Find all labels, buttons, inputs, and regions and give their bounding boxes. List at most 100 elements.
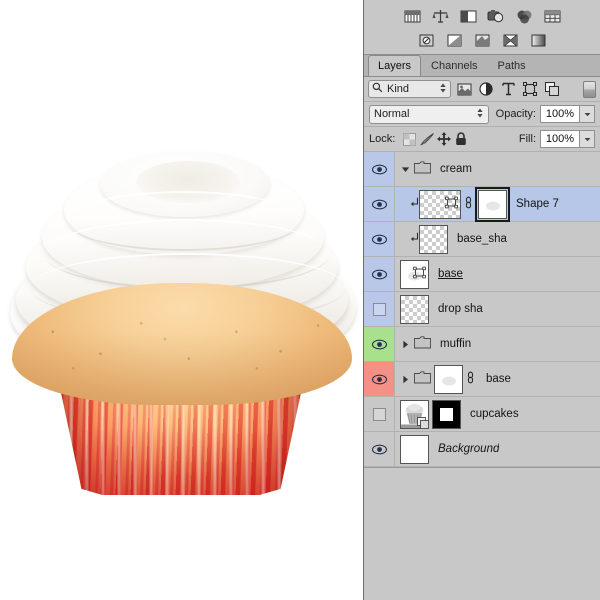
opacity-dropdown-button[interactable] xyxy=(580,105,595,123)
layer-thumbnail[interactable] xyxy=(434,364,463,394)
lock-position-icon[interactable] xyxy=(435,131,452,148)
layer-visibility-toggle[interactable] xyxy=(364,152,395,186)
layer-thumbnail[interactable] xyxy=(419,224,448,254)
folder-icon xyxy=(414,371,431,387)
chevron-right-icon[interactable] xyxy=(400,375,411,384)
eye-icon xyxy=(371,199,387,209)
lock-all-icon[interactable] xyxy=(452,131,469,148)
blend-mode-value: Normal xyxy=(374,108,410,120)
tab-paths[interactable]: Paths xyxy=(488,55,536,76)
cake-top xyxy=(12,283,352,405)
layer-name[interactable]: drop sha xyxy=(438,303,483,315)
eye-off-icon xyxy=(372,407,386,421)
layer-visibility-toggle[interactable] xyxy=(364,397,395,431)
layer-thumbnail[interactable] xyxy=(400,399,429,429)
levels-icon[interactable] xyxy=(431,8,450,25)
gradient-map-icon[interactable] xyxy=(529,32,548,49)
filter-enable-toggle[interactable] xyxy=(583,80,596,98)
lock-row: Lock: Fill: 100% xyxy=(364,127,600,152)
layer-visibility-toggle[interactable] xyxy=(364,257,395,291)
mask-content xyxy=(440,407,453,421)
layer-row-body[interactable]: Shape 7 xyxy=(395,186,600,222)
layer-row[interactable]: base xyxy=(364,257,600,292)
layer-row-body[interactable]: Background xyxy=(395,432,600,466)
layer-row[interactable]: muffin xyxy=(364,327,600,362)
layer-thumbnail[interactable] xyxy=(400,294,429,324)
layer-name[interactable]: muffin xyxy=(440,338,471,350)
layer-name[interactable]: cream xyxy=(440,163,472,175)
layer-name[interactable]: base xyxy=(486,373,511,385)
filter-shape-layers-icon[interactable] xyxy=(521,80,539,98)
layer-row-body[interactable]: drop sha xyxy=(395,292,600,326)
brightness-contrast-icon[interactable] xyxy=(403,8,422,25)
black-white-icon[interactable] xyxy=(445,32,464,49)
opacity-input[interactable]: 100% xyxy=(540,105,580,123)
exposure-icon[interactable] xyxy=(487,8,506,25)
opacity-label: Opacity: xyxy=(495,108,536,120)
layer-row[interactable]: cupcakes xyxy=(364,397,600,432)
filter-kind-select[interactable]: Kind xyxy=(368,80,451,98)
fill-input[interactable]: 100% xyxy=(540,130,580,148)
cupcake-illustration xyxy=(4,145,362,495)
fill-label: Fill: xyxy=(518,133,536,145)
layer-name[interactable]: base xyxy=(438,268,463,280)
link-icon[interactable] xyxy=(464,196,475,212)
chevron-down-icon[interactable] xyxy=(400,165,411,174)
layer-row-body[interactable]: base xyxy=(395,257,600,291)
tab-channels[interactable]: Channels xyxy=(421,55,487,76)
eye-icon xyxy=(371,164,387,174)
link-icon[interactable] xyxy=(466,371,477,387)
layer-name[interactable]: Background xyxy=(438,443,499,455)
color-balance-icon[interactable] xyxy=(417,32,436,49)
layer-visibility-toggle[interactable] xyxy=(364,432,395,466)
filter-adjustment-layers-icon[interactable] xyxy=(477,80,495,98)
folder-icon xyxy=(414,336,431,352)
chevron-right-icon[interactable] xyxy=(400,340,411,349)
hue-saturation-icon[interactable] xyxy=(515,8,534,25)
blend-mode-select[interactable]: Normal xyxy=(369,104,489,124)
eye-icon xyxy=(371,269,387,279)
fill-dropdown-button[interactable] xyxy=(580,130,595,148)
layer-filter-row: Kind xyxy=(364,77,600,102)
filter-type-layers-icon[interactable] xyxy=(499,80,517,98)
layer-row-body[interactable]: cream xyxy=(395,152,600,186)
layer-mask-thumbnail[interactable] xyxy=(475,186,510,222)
layer-row-body[interactable]: cupcakes xyxy=(395,397,600,431)
layer-row[interactable]: cream xyxy=(364,152,600,187)
layer-visibility-toggle[interactable] xyxy=(364,222,395,256)
layer-row[interactable]: base_sha xyxy=(364,222,600,257)
tab-layers[interactable]: Layers xyxy=(368,55,422,76)
layer-name[interactable]: base_sha xyxy=(457,233,507,245)
filter-pixel-layers-icon[interactable] xyxy=(455,80,473,98)
eye-off-icon xyxy=(372,302,386,316)
layer-row[interactable]: Shape 7 xyxy=(364,186,600,222)
layer-thumbnail[interactable] xyxy=(400,434,429,464)
thumbnail-content xyxy=(441,376,456,386)
layer-name[interactable]: Shape 7 xyxy=(516,198,559,210)
lock-image-pixels-icon[interactable] xyxy=(418,131,435,148)
layer-mask-thumbnail[interactable] xyxy=(432,399,461,429)
layer-visibility-toggle[interactable] xyxy=(364,362,395,396)
channel-mixer-icon[interactable] xyxy=(501,32,520,49)
mask-content xyxy=(485,201,500,211)
tab-strip-filler xyxy=(536,55,600,76)
layer-row-body[interactable]: muffin xyxy=(395,327,600,361)
layer-visibility-toggle[interactable] xyxy=(364,327,395,361)
filter-smart-objects-icon[interactable] xyxy=(543,80,561,98)
layer-visibility-toggle[interactable] xyxy=(364,187,395,221)
layer-row[interactable]: drop sha xyxy=(364,292,600,327)
gradient-grid-icon[interactable] xyxy=(543,8,562,25)
layer-visibility-toggle[interactable] xyxy=(364,292,395,326)
layer-row-body[interactable]: base_sha xyxy=(395,222,600,256)
document-canvas[interactable] xyxy=(0,0,363,600)
layer-row[interactable]: base xyxy=(364,362,600,397)
layer-name[interactable]: cupcakes xyxy=(470,408,519,420)
lock-transparent-pixels-icon[interactable] xyxy=(401,131,418,148)
layer-row-body[interactable]: base xyxy=(395,362,600,396)
photo-filter-icon[interactable] xyxy=(473,32,492,49)
curves-icon[interactable] xyxy=(459,8,478,25)
panel-tab-strip: Layers Channels Paths xyxy=(364,55,600,77)
layer-thumbnail[interactable] xyxy=(419,189,461,219)
layer-row[interactable]: Background xyxy=(364,432,600,467)
layer-thumbnail[interactable] xyxy=(400,259,429,289)
